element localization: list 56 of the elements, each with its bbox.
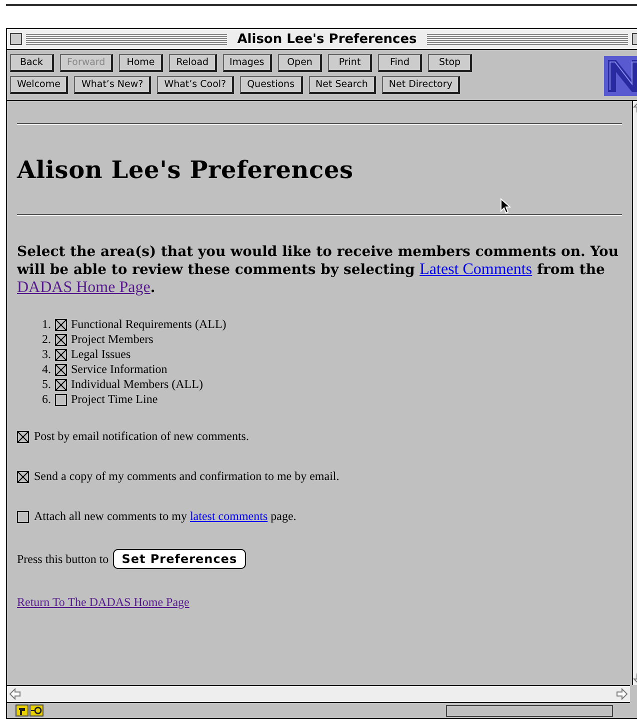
- pointer-cursor-icon: [500, 198, 511, 214]
- toolbar-button[interactable]: Back: [10, 54, 54, 72]
- toolbar-button[interactable]: Open: [278, 54, 322, 72]
- directory-button[interactable]: Net Search: [308, 76, 376, 94]
- checkbox-label: Send a copy of my comments and confirmation to me by email.: [34, 469, 340, 484]
- directory-button[interactable]: Questions: [240, 76, 303, 94]
- intro-paragraph: Select the area(s) that you would like to receive members comments on. You will be able to review these comments by selecting Latest Comments from the DADAS Home Page.: [17, 244, 620, 297]
- list-number: 6.: [41, 392, 51, 407]
- scroll-right-icon[interactable]: [616, 688, 628, 700]
- toolbar-button[interactable]: Find: [378, 54, 422, 72]
- checkbox[interactable]: [55, 378, 67, 390]
- checkbox-label: Project Time Line: [71, 392, 158, 407]
- toolbar-button[interactable]: Home: [119, 54, 164, 72]
- home-page-link[interactable]: DADAS Home Page: [17, 279, 150, 296]
- checkbox-label: Service Information: [71, 362, 168, 377]
- checkbox[interactable]: [55, 334, 67, 346]
- checkbox[interactable]: [55, 364, 67, 376]
- checkbox[interactable]: [17, 430, 29, 442]
- return-home-link[interactable]: Return To The DADAS Home Page: [17, 595, 190, 610]
- checkbox[interactable]: [55, 348, 67, 360]
- checkbox-label: Attach all new comments to my latest comments page.: [34, 509, 296, 524]
- checkbox[interactable]: [55, 318, 67, 330]
- checkbox[interactable]: [55, 394, 67, 406]
- checkbox-label: Functional Requirements (ALL): [71, 317, 226, 332]
- list-number: 2.: [41, 332, 51, 347]
- close-box-icon[interactable]: [10, 33, 22, 45]
- list-number: 4.: [41, 362, 51, 377]
- checkbox-label: Post by email notification of new comments.: [34, 429, 249, 444]
- title-bar-stripes[interactable]: [426, 34, 628, 44]
- checkbox-label: Individual Members (ALL): [71, 377, 203, 392]
- toolbar-button[interactable]: Print: [328, 54, 372, 72]
- directory-button[interactable]: Welcome: [10, 76, 68, 94]
- toolbar-button[interactable]: Reload: [169, 54, 217, 72]
- window-title: Alison Lee's Preferences: [236, 32, 418, 46]
- checkbox-label: Legal Issues: [71, 347, 131, 362]
- directory-button[interactable]: Net Directory: [382, 76, 460, 94]
- horizontal-scrollbar[interactable]: [7, 685, 630, 703]
- scroll-left-icon[interactable]: [9, 688, 21, 700]
- checkbox[interactable]: [17, 470, 29, 482]
- button-prompt: Press this button to: [17, 552, 109, 566]
- toolbar-button[interactable]: Images: [222, 54, 272, 72]
- set-preferences-button[interactable]: Set Preferences: [112, 549, 246, 569]
- latest-comments-link[interactable]: latest comments: [190, 509, 268, 523]
- latest-comments-link[interactable]: Latest Comments: [420, 261, 532, 278]
- page-heading: Alison Lee's Preferences: [17, 155, 354, 184]
- list-number: 1.: [41, 317, 51, 332]
- directory-button[interactable]: What’s New?: [74, 76, 152, 94]
- logo-icon[interactable]: [604, 56, 637, 96]
- directory-button[interactable]: What’s Cool?: [157, 76, 234, 94]
- list-number: 3.: [41, 347, 51, 362]
- checkbox[interactable]: [17, 510, 29, 522]
- security-key-icon[interactable]: [15, 704, 45, 717]
- toolbar-button[interactable]: Stop: [428, 54, 472, 72]
- checkbox-label: Project Members: [71, 332, 154, 347]
- list-number: 5.: [41, 377, 51, 392]
- title-bar-stripes[interactable]: [26, 34, 228, 44]
